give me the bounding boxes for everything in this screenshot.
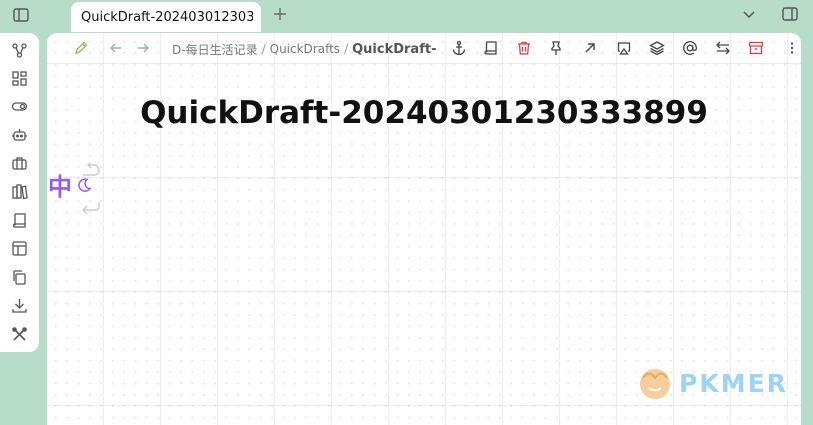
pkmer-logo-icon	[637, 366, 673, 400]
robot-icon[interactable]	[11, 126, 28, 143]
forward-arrow-icon[interactable]	[135, 40, 151, 56]
view-header: D-每日生活记录 / QuickDrafts / QuickDraft-2024…	[47, 33, 801, 63]
cast-icon[interactable]	[616, 40, 632, 56]
breadcrumb-folder-2[interactable]: QuickDrafts	[270, 42, 340, 56]
at-icon[interactable]	[682, 40, 698, 56]
layers-icon[interactable]	[649, 40, 665, 56]
moon-icon	[76, 177, 92, 193]
pkmer-watermark: PKMER	[637, 366, 788, 400]
archive-icon[interactable]	[748, 40, 764, 56]
swap-icon[interactable]	[715, 40, 731, 56]
copy-icon[interactable]	[11, 269, 28, 286]
breadcrumb-current[interactable]: QuickDraft-20240301230333899	[352, 42, 437, 57]
layout-icon[interactable]	[11, 240, 28, 257]
breadcrumb-separator: /	[261, 42, 266, 56]
editor-pane: D-每日生活记录 / QuickDrafts / QuickDraft-2024…	[47, 33, 801, 425]
more-vertical-icon[interactable]	[784, 40, 800, 56]
enter-arrow-icon	[80, 201, 102, 215]
pencil-icon[interactable]	[73, 40, 89, 56]
right-sidebar-toggle-icon[interactable]	[781, 5, 799, 23]
book-icon[interactable]	[11, 212, 28, 229]
books-icon[interactable]	[11, 183, 28, 200]
tools-icon[interactable]	[11, 326, 28, 343]
ime-indicator: 中	[48, 167, 92, 202]
breadcrumb-folder-1[interactable]: D-每日生活记录	[172, 41, 258, 58]
breadcrumb: D-每日生活记录 / QuickDrafts / QuickDraft-2024…	[172, 40, 437, 58]
canvas-icon[interactable]	[11, 70, 28, 87]
left-sidebar-toggle-icon[interactable]	[12, 6, 30, 24]
anchor-icon[interactable]	[451, 40, 467, 56]
back-arrow-icon[interactable]	[108, 40, 124, 56]
breadcrumb-separator: /	[344, 42, 349, 56]
note-title[interactable]: QuickDraft-20240301230333899	[47, 95, 801, 131]
arrow-up-right-icon[interactable]	[582, 40, 598, 56]
chevron-down-icon[interactable]	[742, 7, 756, 21]
pkmer-text: PKMER	[679, 368, 788, 398]
toggle-icon[interactable]	[11, 98, 28, 115]
ime-mode-char: 中	[48, 173, 72, 201]
briefcase-icon[interactable]	[11, 155, 28, 172]
graph-icon[interactable]	[11, 42, 28, 59]
ribbon	[0, 33, 39, 352]
trash-icon[interactable]	[516, 40, 532, 56]
tab-active[interactable]: QuickDraft-20240301230333899	[71, 2, 261, 32]
pin-icon[interactable]	[548, 40, 564, 56]
new-tab-icon[interactable]	[272, 6, 288, 22]
reading-book-icon[interactable]	[483, 40, 499, 56]
tab-title: QuickDraft-20240301230333899	[81, 9, 253, 25]
tab-bar: QuickDraft-20240301230333899	[0, 0, 813, 32]
download-icon[interactable]	[11, 297, 28, 314]
